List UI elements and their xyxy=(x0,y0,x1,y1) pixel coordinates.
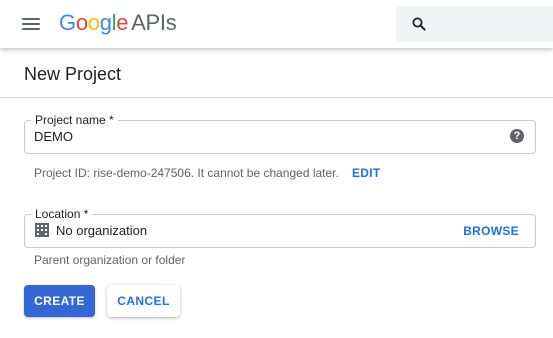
page-title: New Project xyxy=(24,64,122,84)
google-apis-logo[interactable]: Google APIs xyxy=(59,9,177,37)
search-input[interactable] xyxy=(396,6,553,42)
logo-product-name: APIs xyxy=(131,10,177,35)
building-icon xyxy=(35,223,49,237)
location-label: Location * xyxy=(31,206,93,222)
header-divider xyxy=(0,97,553,98)
logo-letter: o xyxy=(87,10,100,35)
project-name-label: Project name * xyxy=(31,112,118,128)
help-icon[interactable]: ? xyxy=(510,129,524,143)
location-field[interactable]: Location * No organization BROWSE xyxy=(24,206,536,248)
create-button[interactable]: CREATE xyxy=(24,285,95,317)
project-name-value[interactable]: DEMO xyxy=(34,129,73,145)
search-icon xyxy=(412,17,426,31)
top-app-bar: Google APIs xyxy=(0,0,553,48)
cancel-button[interactable]: CANCEL xyxy=(107,285,180,317)
logo-letter: o xyxy=(75,10,88,35)
location-value: No organization xyxy=(56,223,148,238)
menu-bar-line xyxy=(22,18,40,20)
browse-button[interactable]: BROWSE xyxy=(463,223,519,239)
edit-project-id-link[interactable]: EDIT xyxy=(352,165,381,181)
menu-bar-line xyxy=(22,23,40,25)
location-helper-text: Parent organization or folder xyxy=(34,253,186,267)
hamburger-menu-icon[interactable] xyxy=(16,10,46,38)
logo-letter: G xyxy=(59,10,76,35)
menu-bar-line xyxy=(22,28,40,30)
logo-letter: e xyxy=(116,10,129,35)
logo-letter: g xyxy=(99,10,112,35)
project-id-text: Project ID: rise-demo-247506. It cannot … xyxy=(34,166,339,180)
project-name-field[interactable]: Project name * DEMO ? xyxy=(24,112,536,154)
